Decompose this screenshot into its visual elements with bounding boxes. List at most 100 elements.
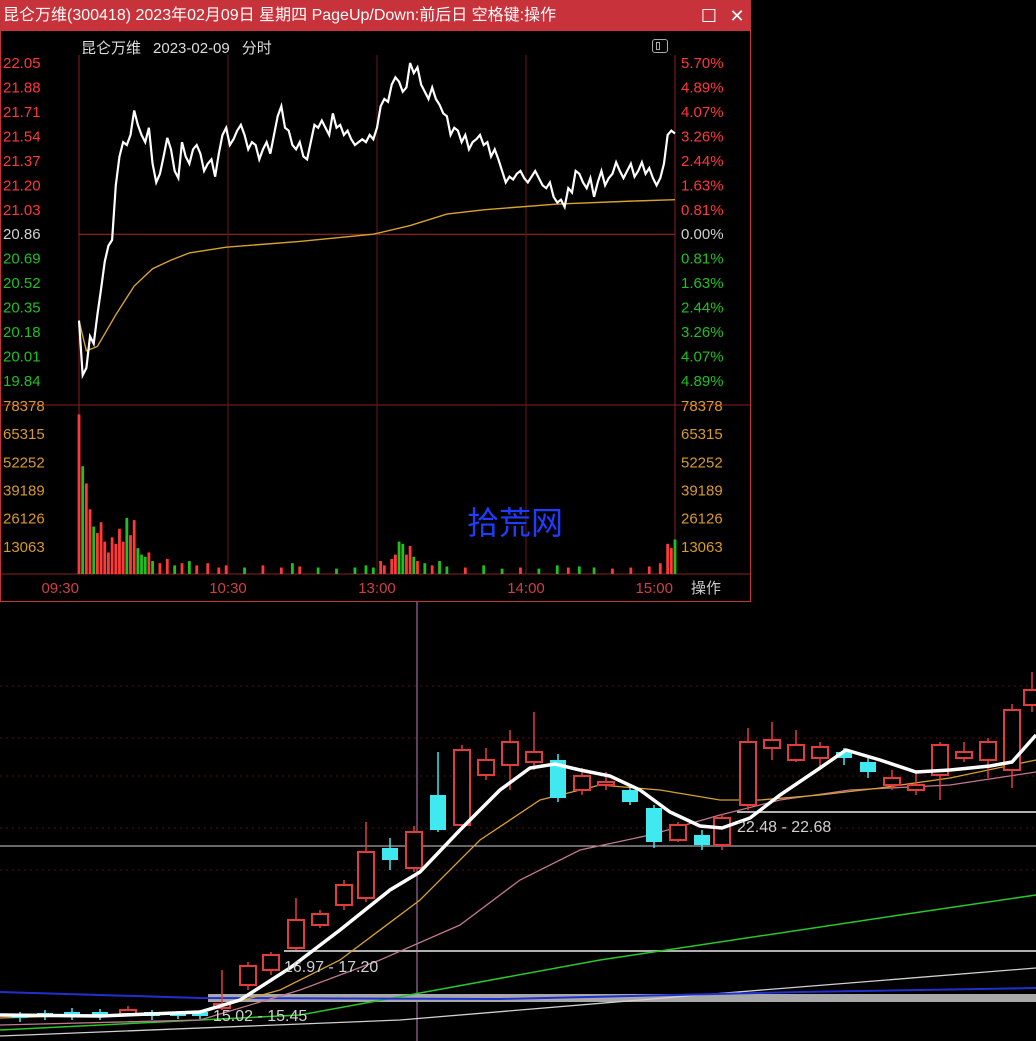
candle-body (382, 848, 398, 860)
price-tick-label: 21.88 (3, 79, 41, 96)
volume-tick-label: 39189 (3, 483, 45, 500)
chart-mode: 分时 (241, 40, 272, 57)
volume-bar (95, 533, 99, 574)
candle-body (597, 781, 615, 786)
volume-bar (151, 561, 154, 574)
pct-tick-label: 0.81% (681, 251, 724, 268)
pct-tick-label: 1.63% (681, 177, 724, 194)
volume-bar (92, 526, 96, 574)
volume-bar (243, 567, 246, 574)
volume-bar (118, 528, 121, 574)
candle-body (763, 739, 781, 749)
volume-bar (180, 563, 184, 574)
volume-tick-label: 26126 (3, 511, 45, 528)
volume-bar (165, 558, 169, 574)
volume-bar (397, 541, 401, 574)
volume-bar (99, 522, 103, 574)
candle-body (787, 744, 805, 761)
pct-tick-label: 4.07% (681, 104, 724, 121)
volume-bar (500, 568, 504, 574)
volume-bar (147, 552, 151, 574)
volume-bar (88, 509, 92, 574)
volume-tick-label: 78378 (3, 398, 45, 415)
candle-body (739, 741, 757, 806)
candle-body (453, 749, 471, 826)
volume-bar (537, 568, 541, 574)
volume-bar (382, 565, 386, 574)
price-tick-label: 20.01 (3, 349, 41, 366)
watermark-text: 拾荒网 (467, 504, 564, 542)
volume-bar (438, 561, 441, 574)
price-tick-label: 20.86 (3, 226, 41, 243)
pct-tick-label: 4.89% (681, 373, 724, 390)
intraday-popup-window[interactable]: 昆仑万维(300418) 2023年02月09日 星期四 PageUp/Down… (0, 0, 751, 602)
volume-bar (224, 565, 228, 574)
volume-tick-label: 65315 (3, 426, 45, 443)
volume-bar (77, 414, 81, 574)
price-tick-label: 20.69 (3, 251, 41, 268)
candle-body (713, 817, 731, 846)
expand-icon[interactable] (652, 39, 668, 53)
pct-tick-label: 0.00% (681, 226, 724, 243)
volume-bar (173, 565, 177, 574)
price-tick-label: 21.03 (3, 202, 41, 219)
candle-body (477, 759, 495, 776)
volume-bar (673, 539, 677, 574)
volume-bar (393, 554, 397, 574)
volume-bar (629, 567, 633, 574)
candle-body (622, 790, 638, 802)
volume-bar (195, 565, 199, 574)
price-tick-label: 19.84 (3, 373, 41, 390)
candle-body (811, 746, 829, 759)
price-tick-label: 21.71 (3, 104, 41, 121)
volume-tick-label: 65315 (681, 426, 723, 443)
x-icon[interactable]: ✕ (724, 1, 750, 31)
volume-tick-label: 26126 (681, 511, 723, 528)
price-tick-label: 20.52 (3, 275, 41, 292)
volume-bar (279, 567, 283, 574)
volume-bar (143, 556, 147, 574)
candle-body (501, 741, 519, 766)
candle-body (573, 775, 591, 791)
volume-bar (298, 566, 302, 574)
volume-bar (140, 554, 143, 574)
volume-bar (206, 563, 210, 574)
volume-bar (577, 566, 581, 574)
volume-bar (430, 565, 434, 574)
pct-tick-label: 2.44% (681, 153, 724, 170)
price-tick-label: 20.35 (3, 300, 41, 317)
candle-body (430, 795, 446, 830)
volume-bar (129, 535, 132, 574)
volume-bar (592, 567, 596, 574)
window-title-bar[interactable]: 昆仑万维(300418) 2023年02月09日 星期四 PageUp/Down… (1, 1, 750, 31)
volume-bar (136, 548, 140, 574)
volume-tick-label: 13063 (3, 539, 45, 556)
pct-tick-label: 4.89% (681, 79, 724, 96)
volume-bar (669, 548, 673, 574)
volume-bar (353, 567, 357, 574)
volume-bar (132, 520, 136, 574)
volume-bar (412, 556, 416, 574)
candle-body (694, 835, 710, 845)
square-icon[interactable]: ☐ (696, 1, 722, 31)
volume-bar (463, 567, 467, 574)
candle-body (1023, 689, 1036, 706)
volume-tick-label: 39189 (681, 483, 723, 500)
pct-tick-label: 0.81% (681, 202, 724, 219)
candle-body (883, 777, 901, 786)
candle-body (669, 824, 687, 841)
operate-button[interactable]: 操作 (691, 577, 721, 598)
volume-bar (401, 543, 405, 574)
pct-tick-label: 3.26% (681, 324, 724, 341)
volume-bar (408, 545, 412, 574)
volume-bar (519, 567, 522, 574)
intraday-chart: 22.05 5.70% 21.88 4.89% 21.71 4.07% 21.54 3.26%… (1, 55, 750, 597)
time-tick-label: 15:00 (635, 580, 673, 597)
candle-body (311, 913, 329, 926)
time-tick-label: 14:00 (507, 580, 545, 597)
ma5-line (0, 733, 1036, 1018)
candle-body (357, 851, 375, 899)
volume-bar (423, 563, 427, 574)
price-range-label: 22.48 - 22.68 (737, 819, 831, 836)
candle-body (335, 884, 353, 906)
